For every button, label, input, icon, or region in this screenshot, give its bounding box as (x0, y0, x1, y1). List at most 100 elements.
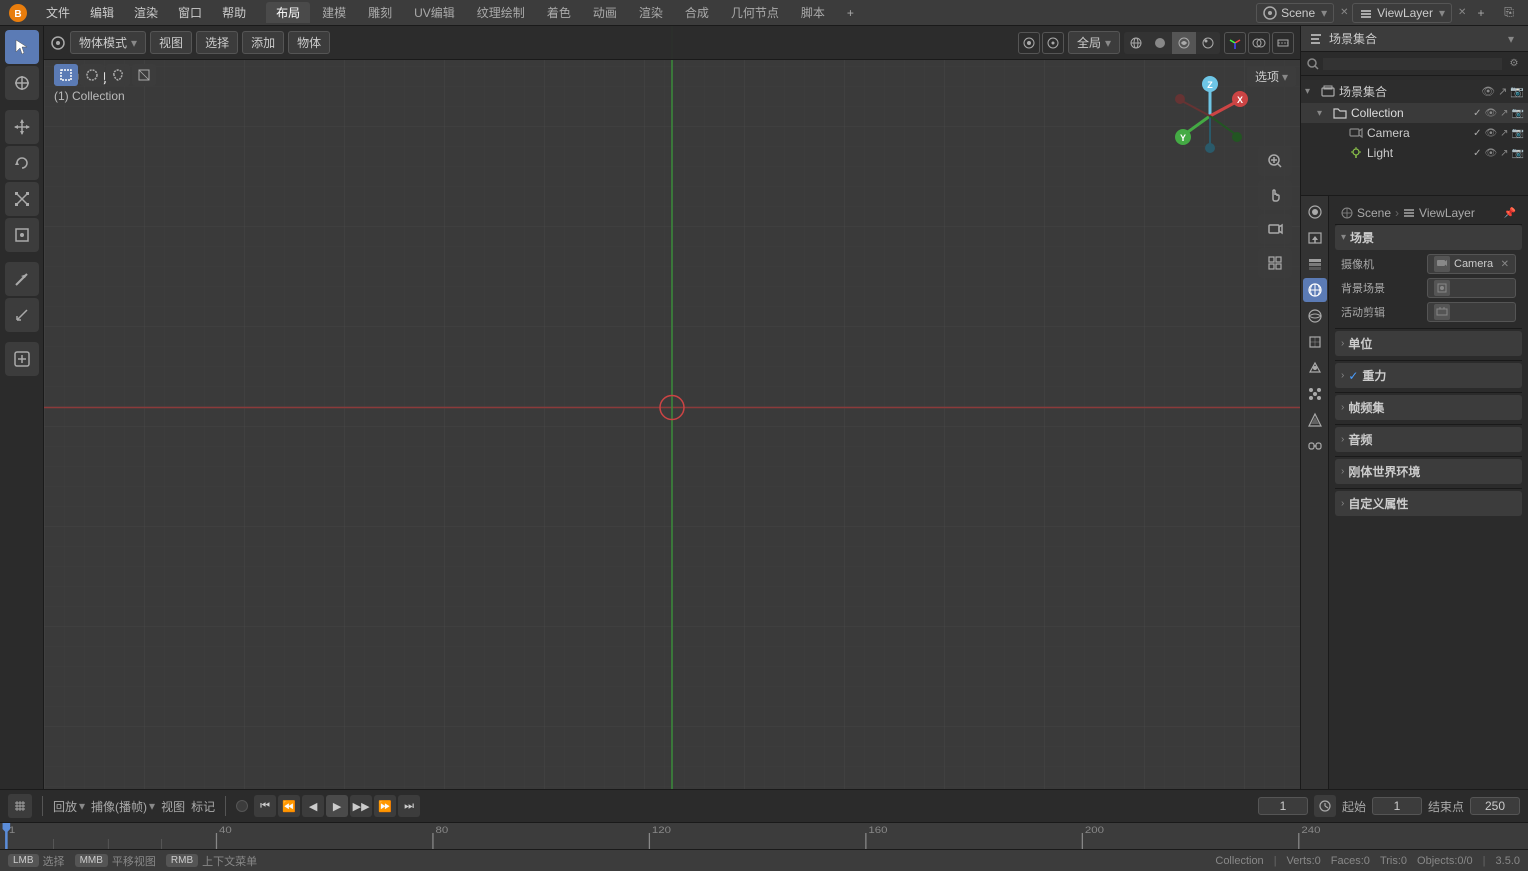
prop-tab-render[interactable] (1303, 200, 1327, 224)
jump-back-btn[interactable]: ⏪ (278, 795, 300, 817)
tool-transform[interactable] (5, 218, 39, 252)
jump-forward-btn[interactable]: ⏩ (374, 795, 396, 817)
snap-btn[interactable] (1042, 32, 1064, 54)
custom-props-section-header[interactable]: › 自定义属性 (1335, 491, 1522, 516)
workspace-tab-modeling[interactable]: 建模 (312, 2, 356, 23)
camera-view-btn[interactable] (1258, 214, 1292, 244)
hand-pan-btn[interactable] (1258, 180, 1292, 210)
tool-add-primitive[interactable] (5, 342, 39, 376)
camera-row[interactable]: Camera ✓ 👁 ↗ 📷 (1301, 123, 1528, 143)
mode-selector[interactable]: 物体模式 ▾ (70, 31, 146, 54)
light-vis-check[interactable]: ✓ (1473, 148, 1481, 159)
options-btn[interactable]: 选项 ▾ (1247, 66, 1296, 87)
workspace-tab-compositing[interactable]: 合成 (675, 2, 719, 23)
tool-scale[interactable] (5, 182, 39, 216)
object-menu[interactable]: 物体 (288, 31, 330, 54)
collection-vis-check[interactable]: ✓ (1473, 108, 1481, 119)
scene-render[interactable]: 📷 (1510, 85, 1524, 98)
start-frame-input[interactable] (1372, 797, 1422, 815)
workspace-tab-sculpt[interactable]: 雕刻 (358, 2, 402, 23)
menu-edit[interactable]: 编辑 (82, 2, 122, 23)
workspace-tab-layout[interactable]: 布局 (266, 2, 310, 23)
rigid-section-header[interactable]: › 刚体世界环境 (1335, 459, 1522, 484)
active-clip-value[interactable] (1427, 302, 1516, 322)
scene-section-header[interactable]: ▾ 场景 (1335, 225, 1522, 250)
menu-file[interactable]: 文件 (38, 2, 78, 23)
camera-prop-value[interactable]: Camera ✕ (1427, 254, 1516, 274)
tool-annotate[interactable] (5, 262, 39, 296)
prop-tab-world[interactable] (1303, 304, 1327, 328)
capture-menu[interactable]: 捕像(播帧)▾ (91, 798, 155, 815)
camera-eye[interactable]: 👁 (1484, 128, 1497, 139)
scene-sel-cursor[interactable]: ↗ (1498, 85, 1507, 98)
scene-selector[interactable]: Scene ▾ (1256, 3, 1334, 23)
grid-view-btn[interactable] (1258, 248, 1292, 278)
rendered-btn[interactable] (1196, 32, 1220, 54)
marker-menu[interactable]: 标记 (191, 798, 215, 815)
light-render[interactable]: 📷 (1512, 148, 1524, 159)
playback-menu[interactable]: 回放▾ (53, 798, 85, 815)
workspace-tab-render[interactable]: 渲染 (629, 2, 673, 23)
prop-tab-constraints[interactable] (1303, 434, 1327, 458)
lasso-select-btn[interactable] (106, 64, 130, 86)
prop-tab-scene[interactable] (1303, 278, 1327, 302)
tool-rotate[interactable] (5, 146, 39, 180)
collection-row[interactable]: ▾ Collection ✓ 👁 ↗ 📷 (1301, 103, 1528, 123)
collection-sel[interactable]: ↗ (1500, 108, 1508, 119)
playback-speed-btn[interactable] (1314, 795, 1336, 817)
units-section-header[interactable]: › 单位 (1335, 331, 1522, 356)
timeline-ruler[interactable]: 1 40 80 120 160 200 240 (0, 823, 1528, 849)
workspace-tab-geometry-nodes[interactable]: 几何节点 (721, 2, 789, 23)
select-through-btn[interactable] (132, 64, 156, 86)
gizmo[interactable]: Z X Y (1170, 76, 1250, 156)
add-viewlayer-button[interactable]: + (1470, 2, 1492, 24)
tool-measure[interactable] (5, 298, 39, 332)
zoom-in-btn[interactable] (1258, 146, 1292, 176)
prop-tab-particles[interactable] (1303, 382, 1327, 406)
gizmo-toggle-btn[interactable] (1224, 32, 1246, 54)
audio-section-header[interactable]: › 音频 (1335, 427, 1522, 452)
play-btn[interactable]: ▶ (326, 795, 348, 817)
solid-btn[interactable] (1148, 32, 1172, 54)
camera-render[interactable]: 📷 (1512, 128, 1524, 139)
collection-render[interactable]: 📷 (1512, 108, 1524, 119)
transform-orientation[interactable]: 全局 ▾ (1068, 31, 1120, 54)
toggle-pin-btn[interactable]: 📌 (1504, 208, 1516, 219)
prop-tab-output[interactable] (1303, 226, 1327, 250)
xray-toggle-btn[interactable] (1272, 32, 1294, 54)
end-frame-input[interactable] (1470, 797, 1520, 815)
bg-scene-value[interactable] (1427, 278, 1516, 298)
material-preview-btn[interactable] (1172, 32, 1196, 54)
light-row[interactable]: Light ✓ 👁 ↗ 📷 (1301, 143, 1528, 163)
proportional-edit-btn[interactable] (1018, 32, 1040, 54)
scene-vis-eye[interactable]: 👁 (1481, 85, 1495, 98)
outliner-filter-btn[interactable]: ▾ (1502, 30, 1520, 48)
menu-render[interactable]: 渲染 (126, 2, 166, 23)
outliner-search-input[interactable] (1323, 58, 1502, 70)
step-forward-btn[interactable]: ▶▶ (350, 795, 372, 817)
timeline-type-btn[interactable] (8, 794, 32, 818)
select-menu[interactable]: 选择 (196, 31, 238, 54)
gravity-section-header[interactable]: › ✓ 重力 (1335, 363, 1522, 388)
prop-tab-view-layer[interactable] (1303, 252, 1327, 276)
scene-collection-row[interactable]: ▾ 场景集合 👁 ↗ 📷 (1301, 80, 1528, 103)
menu-window[interactable]: 窗口 (170, 2, 210, 23)
prop-tab-physics[interactable] (1303, 408, 1327, 432)
workspace-tab-animation[interactable]: 动画 (583, 2, 627, 23)
light-sel[interactable]: ↗ (1500, 148, 1508, 159)
view-menu-timeline[interactable]: 视图 (161, 798, 185, 815)
workspace-tab-scripting[interactable]: 脚本 (791, 2, 835, 23)
camera-remove-btn[interactable]: ✕ (1501, 259, 1509, 270)
wireframe-btn[interactable] (1124, 32, 1148, 54)
circle-select-btn[interactable] (80, 64, 104, 86)
collection-eye[interactable]: 👁 (1484, 108, 1497, 119)
tool-cursor[interactable] (5, 66, 39, 100)
current-frame-input[interactable] (1258, 797, 1308, 815)
view-menu[interactable]: 视图 (150, 31, 192, 54)
workspace-tab-texture[interactable]: 纹理绘制 (467, 2, 535, 23)
workspace-tab-shading[interactable]: 着色 (537, 2, 581, 23)
camera-vis-check[interactable]: ✓ (1473, 128, 1481, 139)
light-eye[interactable]: 👁 (1484, 148, 1497, 159)
workspace-tab-uv[interactable]: UV编辑 (404, 2, 465, 23)
prop-tab-object[interactable] (1303, 330, 1327, 354)
